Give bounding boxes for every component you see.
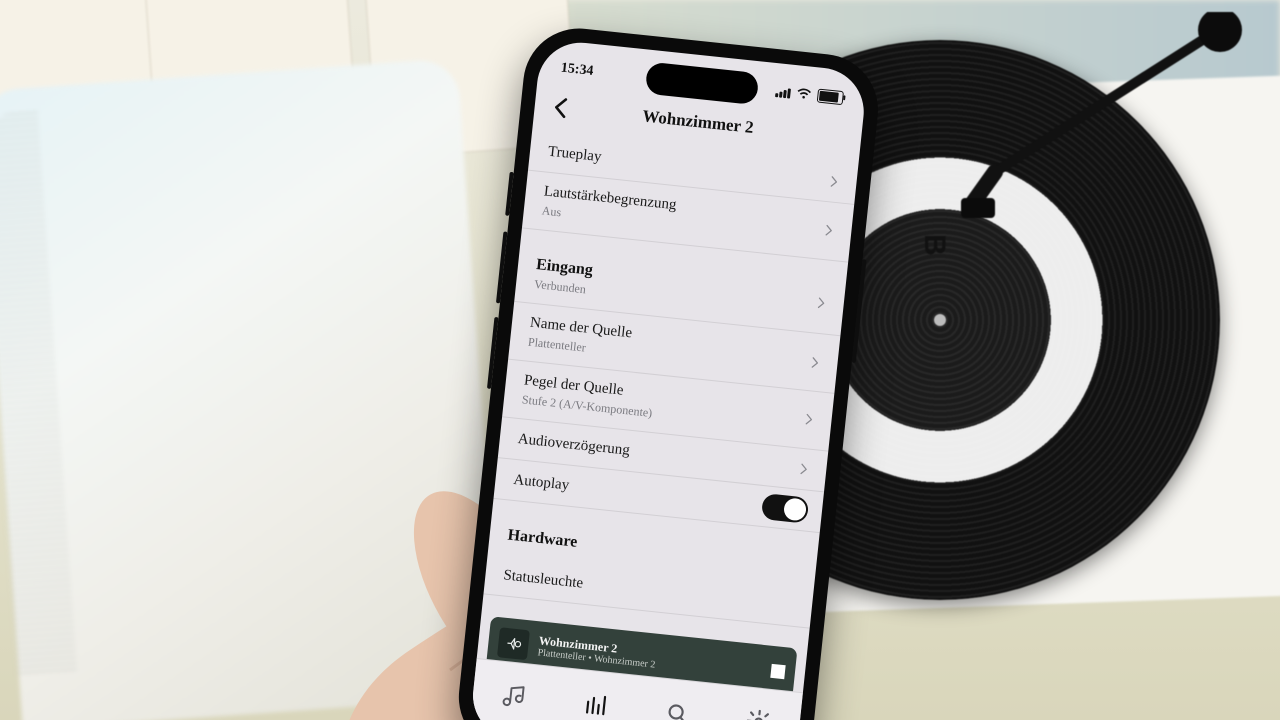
tab-rooms[interactable] [581,690,610,719]
tab-search[interactable] [663,699,692,720]
tab-settings[interactable] [744,707,773,720]
photo-background: EAT 66 B "DREAMS" [0,0,1280,720]
battery-icon [817,89,844,106]
chevron-right-icon [821,223,836,238]
phone: 15:34 Wohnzimmer 2 Trueplay [453,23,883,720]
status-time: 15:34 [560,62,594,79]
back-button[interactable] [547,94,576,123]
chevron-right-icon [796,461,811,476]
chevron-right-icon [801,412,816,427]
cellular-signal-icon [775,85,791,99]
now-playing-source-icon [497,627,530,660]
page-title: Wohnzimmer 2 [642,107,755,136]
settings-list[interactable]: Trueplay Lautstärkebegrenzung Aus Eingan… [481,126,858,648]
autoplay-toggle[interactable] [761,493,809,524]
record-side-letter: B [919,235,949,257]
stop-button[interactable] [770,664,785,679]
chevron-right-icon [807,355,822,370]
chevron-right-icon [826,174,841,189]
wifi-icon [796,87,812,101]
chevron-right-icon [813,296,828,311]
tab-music[interactable] [500,682,529,711]
